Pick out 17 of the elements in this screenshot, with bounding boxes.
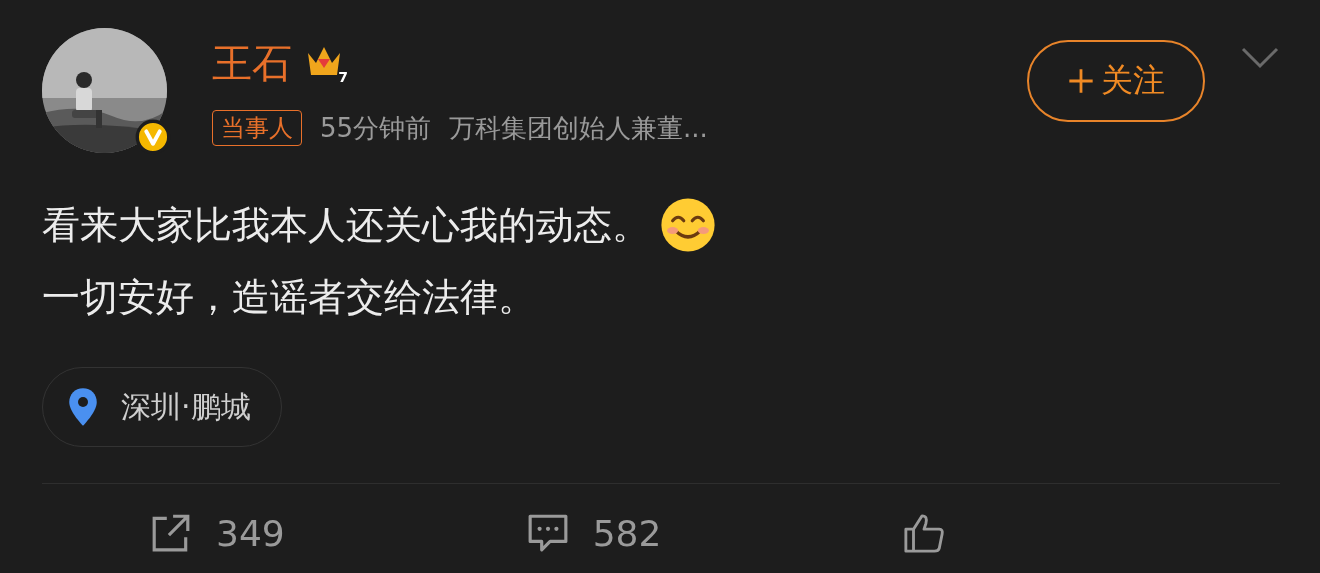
location-pin-icon (67, 387, 99, 427)
follow-button[interactable]: 关注 (1027, 40, 1205, 122)
level-badge: 7 (304, 41, 348, 85)
comment-icon[interactable] (526, 512, 569, 554)
plus-icon (1067, 67, 1095, 95)
author-bio: 万科集团创始人兼董... (449, 111, 708, 145)
action-count: 582 (592, 512, 662, 554)
share-icon[interactable] (150, 512, 192, 554)
author-name[interactable]: 王石 (212, 35, 292, 91)
smiley-icon (660, 197, 716, 253)
post-time: 55分钟前 (320, 111, 432, 145)
role-tag: 当事人 (212, 110, 302, 146)
thumbs-up-icon[interactable] (903, 512, 946, 554)
action-count: 349 (216, 512, 285, 554)
post-text: 一切安好，造谣者交给法律。 (42, 273, 536, 321)
chevron-down-icon[interactable] (1240, 46, 1280, 70)
post-text: 看来大家比我本人还关心我的动态。 (42, 201, 650, 249)
